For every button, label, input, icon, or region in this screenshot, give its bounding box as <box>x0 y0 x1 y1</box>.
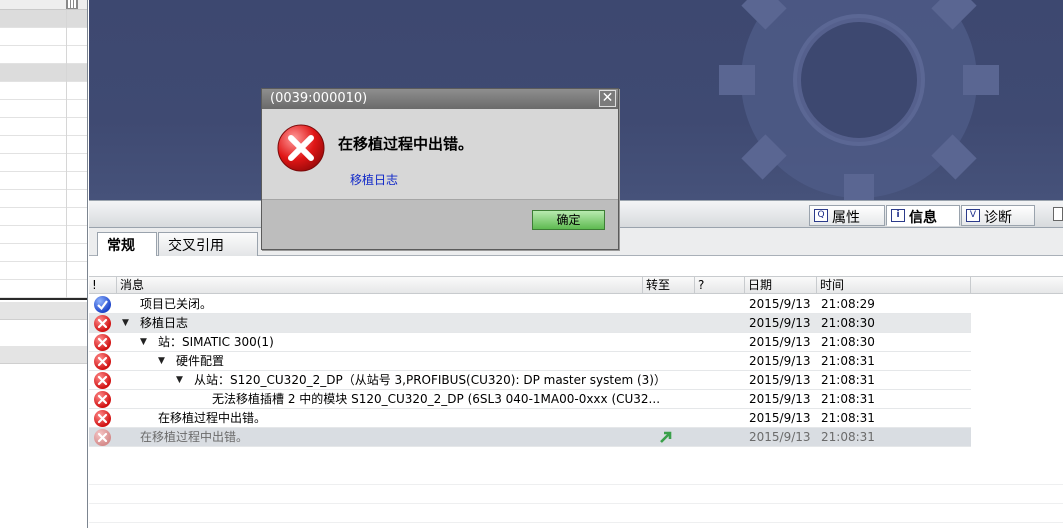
row-message: 站：SIMATIC 300(1) <box>158 335 274 349</box>
table-row[interactable]: ▼ 硬件配置 2015/9/13 21:08:31 <box>89 352 971 371</box>
tab-general[interactable]: 常规 <box>97 232 157 257</box>
tab-properties[interactable]: Q 属性 <box>809 205 885 226</box>
table-row[interactable]: ▼ 移植日志 2015/9/13 21:08:30 <box>89 314 971 333</box>
table-row[interactable]: ▼ 从站：S120_CU320_2_DP（从站号 3,PROFIBUS(CU320… <box>89 371 971 390</box>
row-time: 21:08:31 <box>821 430 875 444</box>
expand-arrow-icon[interactable]: ▼ <box>176 371 183 390</box>
message-table: ! 消息 转至 ? 日期 时间 项目已关闭。 2015/9/13 21:08:29 ▼… <box>89 256 1063 528</box>
row-message: 项目已关闭。 <box>140 297 213 311</box>
gear-watermark-icon <box>719 0 999 200</box>
expand-arrow-icon[interactable]: ▼ <box>158 352 165 371</box>
success-status-icon <box>94 296 111 313</box>
row-date: 2015/9/13 <box>749 297 811 311</box>
table-header: ! 消息 转至 ? 日期 时间 <box>89 276 1063 294</box>
error-status-icon <box>94 429 111 446</box>
col-header-date[interactable]: 日期 <box>745 277 817 294</box>
table-row[interactable]: 无法移植插槽 2 中的模块 S120_CU320_2_DP (6SL3 040-… <box>89 390 971 409</box>
row-message: 移植日志 <box>140 316 189 330</box>
row-date: 2015/9/13 <box>749 430 811 444</box>
goto-arrow-icon[interactable] <box>659 430 673 450</box>
row-date: 2015/9/13 <box>749 373 811 387</box>
col-header-time[interactable]: 时间 <box>817 277 971 294</box>
pane-splitter[interactable] <box>0 298 87 300</box>
row-time: 21:08:31 <box>821 392 875 406</box>
expand-arrow-icon[interactable]: ▼ <box>140 333 147 352</box>
row-date: 2015/9/13 <box>749 354 811 368</box>
row-time: 21:08:30 <box>821 335 875 349</box>
expand-arrow-icon[interactable]: ▼ <box>122 314 129 333</box>
row-time: 21:08:31 <box>821 411 875 425</box>
error-dialog: (0039:000010) ✕ 在移植过程中出错。 移植日志 确定 <box>261 88 619 250</box>
properties-icon: Q <box>814 209 828 222</box>
row-date: 2015/9/13 <box>749 392 811 406</box>
row-time: 21:08:31 <box>821 373 875 387</box>
col-header-goto[interactable]: 转至 <box>643 277 695 294</box>
project-tree-pane <box>0 0 88 528</box>
tab-diagnostics[interactable]: V 诊断 <box>961 205 1035 226</box>
table-row[interactable]: 在移植过程中出错。 2015/9/13 21:08:31 <box>89 409 971 428</box>
row-time: 21:08:30 <box>821 316 875 330</box>
col-header-message[interactable]: 消息 <box>117 277 643 294</box>
row-message: 无法移植插槽 2 中的模块 S120_CU320_2_DP (6SL3 040-… <box>212 392 661 406</box>
error-status-icon <box>94 315 111 332</box>
col-header-severity[interactable]: ! <box>89 277 117 294</box>
row-message: 从站：S120_CU320_2_DP（从站号 3,PROFIBUS(CU320)… <box>194 373 666 387</box>
close-icon[interactable]: ✕ <box>599 90 616 107</box>
tab-cross-reference[interactable]: 交叉引用 <box>158 232 258 256</box>
error-icon <box>277 124 325 172</box>
dialog-title: (0039:000010) <box>262 89 618 109</box>
error-status-icon <box>94 334 111 351</box>
row-message: 在移植过程中出错。 <box>140 430 249 444</box>
tab-info[interactable]: i 信息 <box>886 205 960 226</box>
error-status-icon <box>94 372 111 389</box>
table-row[interactable]: ▼ 站：SIMATIC 300(1) 2015/9/13 21:08:30 <box>89 333 971 352</box>
row-message: 硬件配置 <box>176 354 225 368</box>
row-time: 21:08:31 <box>821 354 875 368</box>
table-view-icon[interactable] <box>66 0 78 9</box>
row-date: 2015/9/13 <box>749 316 811 330</box>
error-status-icon <box>94 410 111 427</box>
table-row[interactable]: 项目已关闭。 2015/9/13 21:08:29 <box>89 295 971 314</box>
migration-log-link[interactable]: 移植日志 <box>350 171 398 188</box>
error-status-icon <box>94 391 111 408</box>
dialog-message: 在移植过程中出错。 <box>338 135 474 153</box>
error-status-icon <box>94 353 111 370</box>
table-row[interactable]: 在移植过程中出错。 2015/9/13 21:08:31 <box>89 428 971 447</box>
project-tree-rows <box>0 10 87 298</box>
row-date: 2015/9/13 <box>749 335 811 349</box>
maximize-icon[interactable] <box>1053 207 1063 221</box>
row-message: 在移植过程中出错。 <box>158 411 267 425</box>
row-date: 2015/9/13 <box>749 411 811 425</box>
ok-button[interactable]: 确定 <box>532 210 605 230</box>
info-icon: i <box>891 209 905 222</box>
row-time: 21:08:29 <box>821 297 875 311</box>
diagnostics-icon: V <box>966 209 980 222</box>
col-header-help[interactable]: ? <box>695 277 745 294</box>
